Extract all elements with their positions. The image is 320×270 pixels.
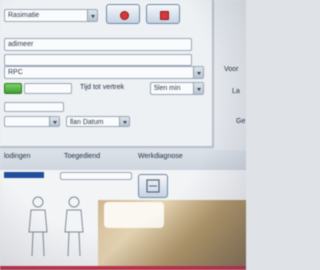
list-field[interactable]: [60, 172, 132, 180]
chevron-down-icon: [197, 88, 201, 91]
departure-label: Tijd tot vertrek: [80, 84, 125, 91]
selected-row-highlight[interactable]: [4, 172, 44, 178]
tab-werkdiagnose[interactable]: Werkdiagnose: [138, 153, 183, 160]
departure-select[interactable]: 5len min: [150, 82, 204, 95]
diagnosis-button[interactable]: [138, 174, 168, 198]
scan-icon: [146, 179, 160, 193]
body-diagram-image: [28, 196, 84, 257]
chevron-down-icon: [197, 72, 201, 75]
stop-icon: [160, 11, 169, 20]
order-form-panel: Rasimatie adimeer RPC Tijd tot vertrek 5…: [0, 0, 214, 148]
side-label-2: La: [232, 88, 240, 95]
camera-preview-image: [98, 200, 246, 270]
light-glare: [104, 202, 164, 228]
small-select-2[interactable]: llan Datum: [66, 116, 130, 127]
action-button-2[interactable]: [146, 4, 180, 24]
name-field-value: adimeer: [8, 41, 34, 48]
app-window: Rasimatie adimeer RPC Tijd tot vertrek 5…: [0, 0, 246, 270]
record-icon: [120, 11, 129, 20]
departure-select-value: 5len min: [154, 85, 181, 92]
type-select-value: Rasimatie: [8, 12, 40, 19]
status-field[interactable]: [24, 83, 72, 94]
route-select-value: RPC: [8, 69, 23, 76]
tab-strip: lodingen Toegediend Werkdiagnose: [0, 150, 246, 170]
side-label-3: Ge: [236, 118, 246, 125]
small-select-1[interactable]: [4, 116, 60, 127]
type-select[interactable]: Rasimatie: [4, 9, 98, 22]
chevron-down-icon: [53, 121, 57, 124]
name-field[interactable]: adimeer: [4, 38, 192, 51]
small-field-1[interactable]: [4, 102, 64, 112]
action-button-1[interactable]: [106, 4, 140, 24]
small-select-2-value: llan Datum: [70, 119, 104, 126]
bottom-accent-stripe: [0, 266, 246, 270]
chevron-down-icon: [123, 121, 127, 124]
tab-toegediend[interactable]: Toegediend: [64, 153, 100, 160]
side-panel: Voor La Ge: [214, 0, 246, 150]
empty-field[interactable]: [4, 54, 192, 66]
chevron-down-icon: [91, 15, 95, 18]
route-select[interactable]: RPC: [4, 66, 204, 79]
side-label-1: Voor: [224, 66, 239, 73]
status-indicator: [4, 83, 22, 94]
tab-lodingen[interactable]: lodingen: [4, 153, 30, 160]
